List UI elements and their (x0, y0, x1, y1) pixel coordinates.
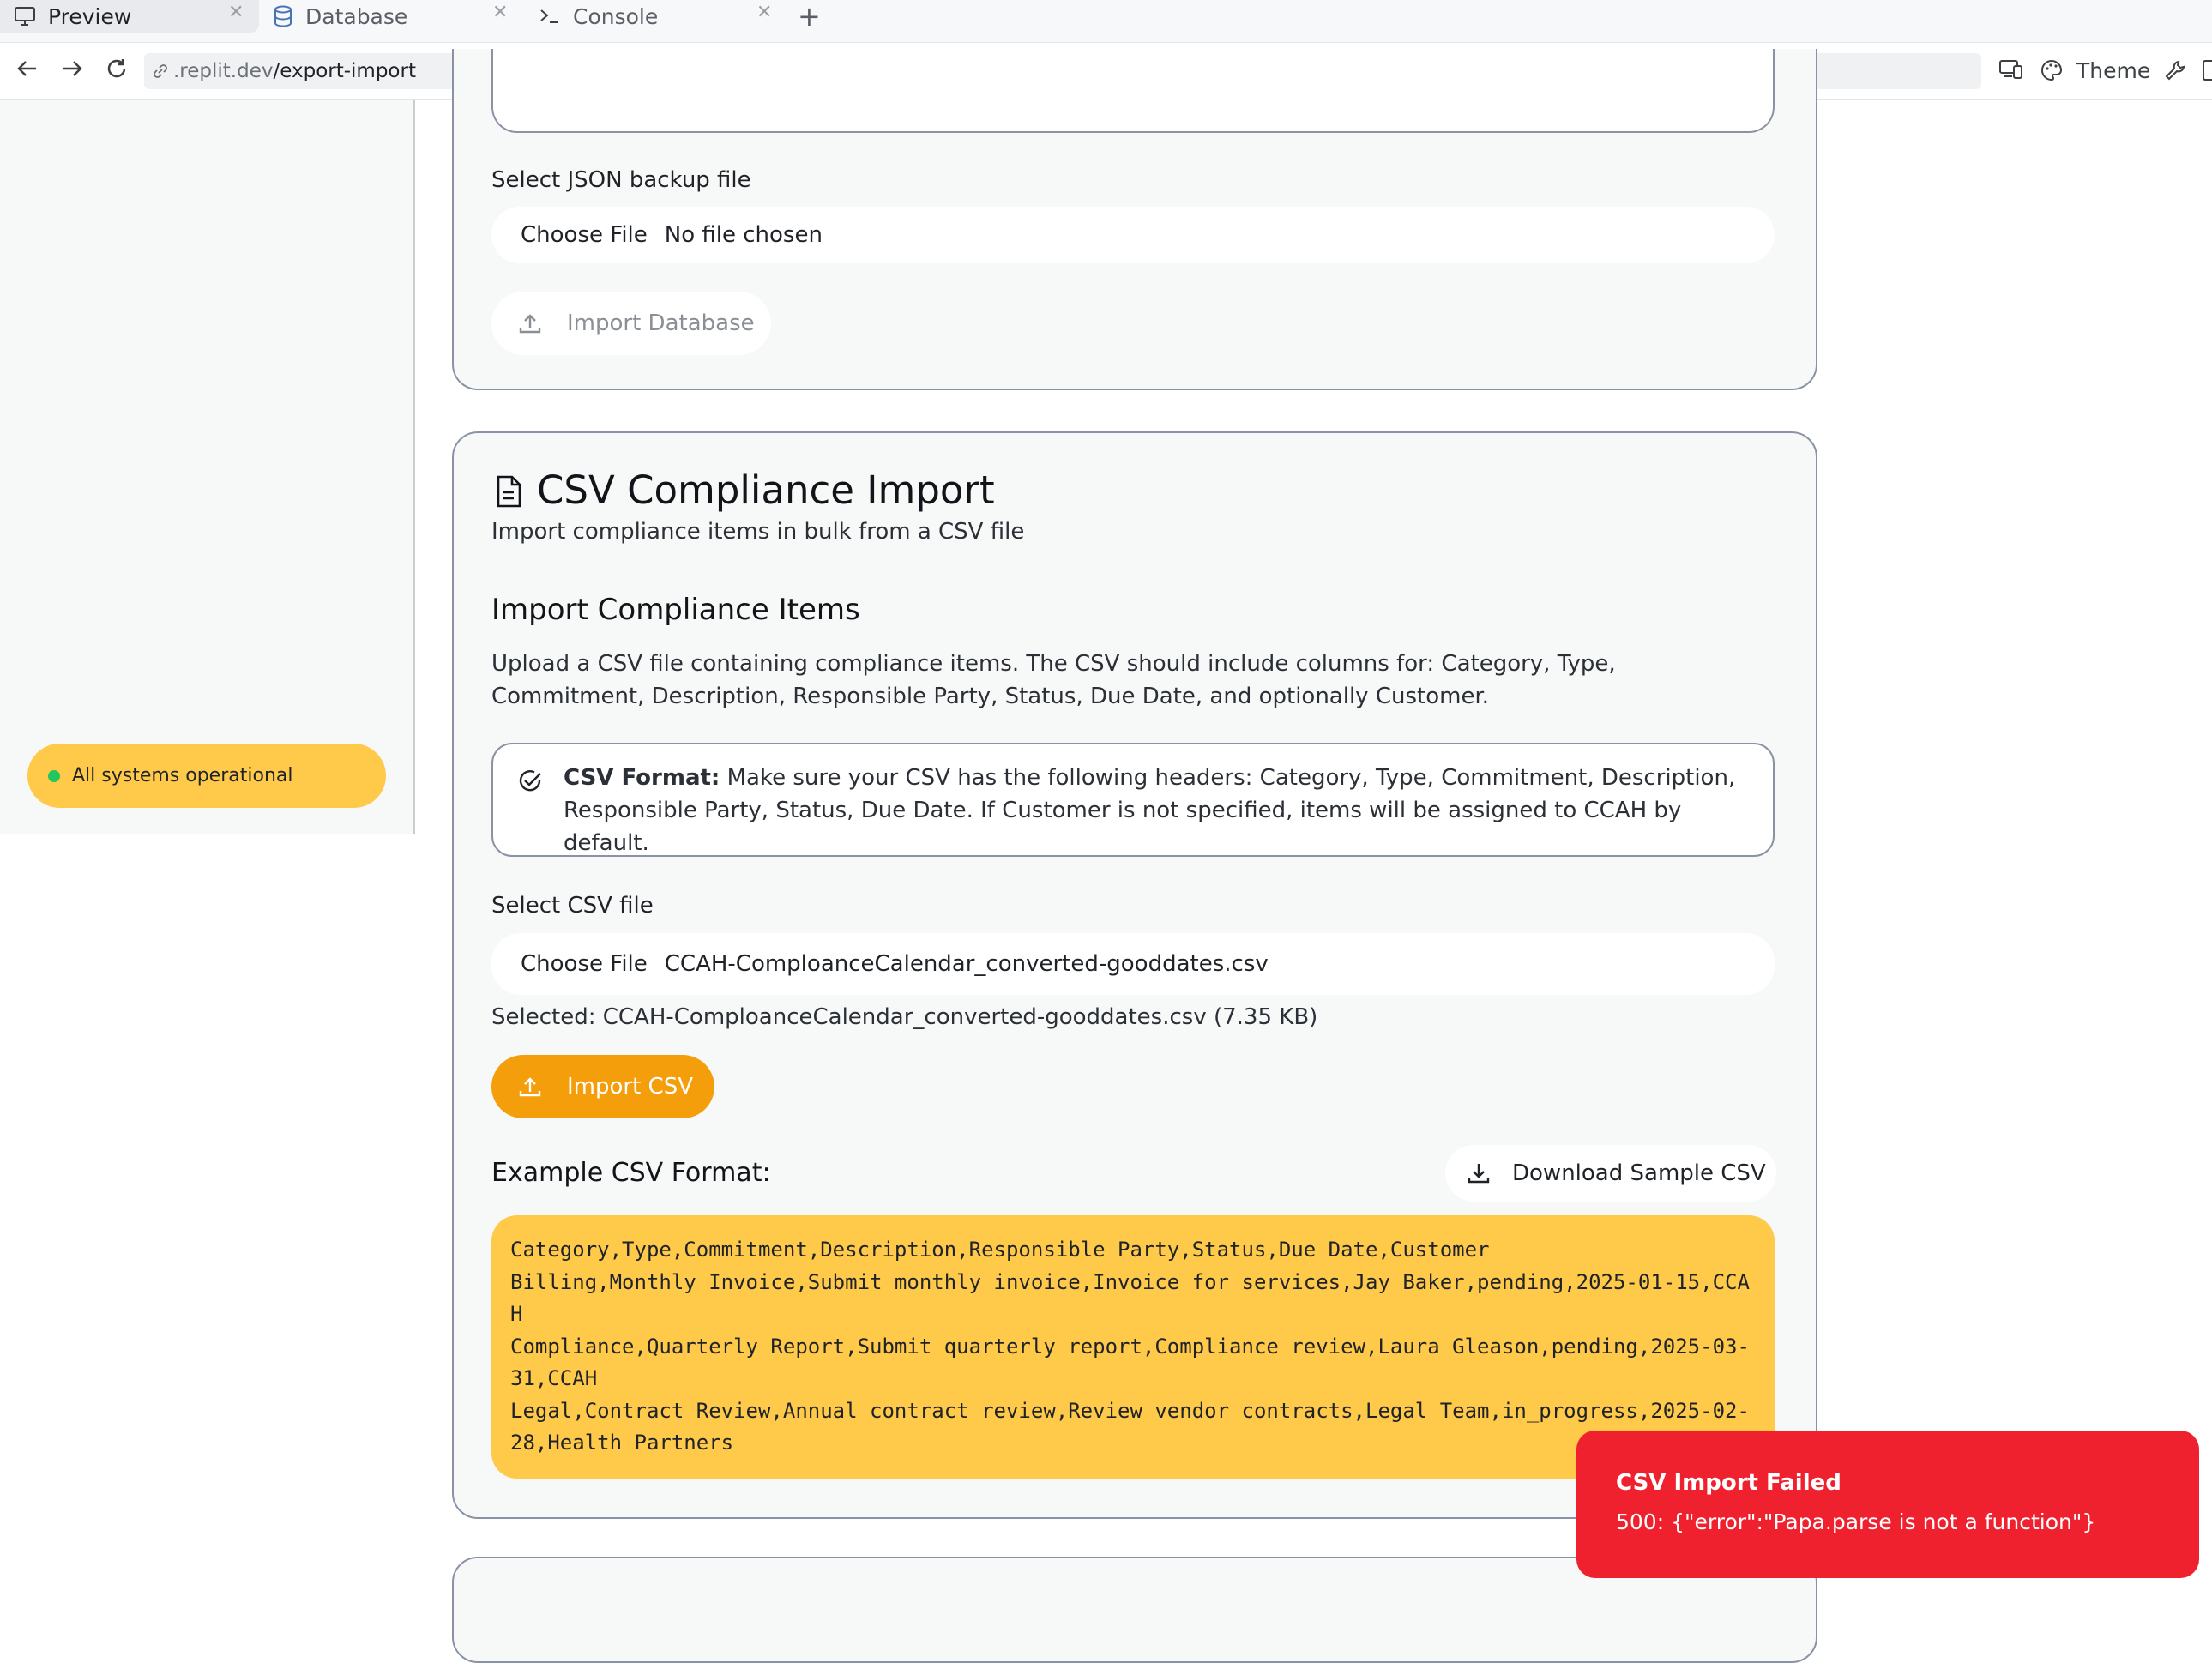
upload-icon (517, 1074, 543, 1100)
panel-icon[interactable] (2203, 60, 2212, 81)
example-heading: Example CSV Format: (491, 1158, 771, 1188)
csv-format-note: CSV Format: Make sure your CSV has the f… (491, 743, 1775, 857)
import-csv-label: Import CSV (567, 1074, 693, 1100)
database-icon (273, 5, 293, 27)
csv-format-body: Make sure your CSV has the following hea… (564, 765, 1736, 856)
status-dot-icon (48, 769, 60, 782)
toast-title: CSV Import Failed (1616, 1470, 1841, 1496)
tab-database[interactable]: Database ✕ (273, 0, 513, 33)
file-text-icon (494, 474, 523, 512)
devices-icon[interactable] (1998, 58, 2024, 84)
selected-file-info: Selected: CCAH-ComploanceCalendar_conver… (491, 1004, 1318, 1030)
csv-file-label: Select CSV file (491, 893, 654, 919)
page-title: CSV Compliance Import (537, 467, 995, 513)
import-database-label: Import Database (567, 310, 755, 336)
tab-label: Database (305, 3, 408, 29)
tab-console[interactable]: Console ✕ (539, 0, 779, 33)
url-path: /export-import (273, 60, 416, 82)
reload-icon[interactable] (105, 57, 129, 87)
link-icon (151, 62, 170, 81)
csv-format-bold: CSV Format: (564, 765, 720, 791)
check-circle-icon (517, 768, 543, 798)
download-sample-button[interactable]: Download Sample CSV (1445, 1145, 1776, 1202)
back-arrow-icon[interactable] (15, 57, 39, 87)
json-file-input[interactable]: Choose File No file chosen (491, 207, 1775, 263)
section-heading: Import Compliance Items (491, 593, 860, 627)
json-file-label: Select JSON backup file (491, 167, 751, 193)
upload-icon (517, 310, 543, 336)
sidebar (0, 100, 415, 834)
card-subtitle: Import compliance items in bulk from a C… (491, 519, 1025, 545)
browser-tab-strip: Preview ✕ Database ✕ Console ✕ + (0, 0, 2212, 43)
file-name: CCAH-ComploanceCalendar_converted-goodda… (664, 951, 1269, 977)
tab-label: Preview (48, 3, 132, 29)
choose-file-button[interactable]: Choose File (521, 222, 648, 248)
palette-icon[interactable] (2040, 58, 2064, 86)
download-icon (1466, 1160, 1492, 1186)
close-icon[interactable]: ✕ (756, 2, 772, 23)
error-toast[interactable]: CSV Import Failed 500: {"error":"Papa.pa… (1576, 1431, 2199, 1578)
theme-button[interactable]: Theme (2076, 58, 2150, 83)
terminal-icon (539, 7, 561, 26)
file-name: No file chosen (664, 222, 823, 248)
status-badge: All systems operational (27, 744, 386, 808)
csv-file-input[interactable]: Choose File CCAH-ComploanceCalendar_conv… (491, 933, 1775, 995)
json-format-note (491, 49, 1775, 133)
wrench-icon[interactable] (2163, 58, 2187, 86)
tab-label: Console (573, 3, 659, 29)
import-csv-button[interactable]: Import CSV (491, 1055, 714, 1118)
status-text: All systems operational (72, 765, 293, 786)
forward-arrow-icon[interactable] (60, 57, 84, 87)
download-sample-label: Download Sample CSV (1512, 1160, 1766, 1186)
csv-format-text: CSV Format: Make sure your CSV has the f… (564, 762, 1756, 859)
choose-file-button[interactable]: Choose File (521, 951, 648, 977)
close-icon[interactable]: ✕ (492, 2, 508, 23)
monitor-icon (14, 6, 36, 27)
toast-message: 500: {"error":"Papa.parse is not a funct… (1616, 1509, 2096, 1534)
tab-preview[interactable]: Preview ✕ (0, 0, 259, 33)
main-content[interactable]: Select JSON backup file Choose File No f… (415, 49, 2212, 1663)
url-host: .replit.dev (173, 60, 274, 82)
new-tab-icon[interactable]: + (798, 0, 821, 33)
section-description: Upload a CSV file containing compliance … (491, 651, 1616, 709)
close-icon[interactable]: ✕ (228, 2, 244, 23)
import-database-button[interactable]: Import Database (491, 292, 771, 355)
